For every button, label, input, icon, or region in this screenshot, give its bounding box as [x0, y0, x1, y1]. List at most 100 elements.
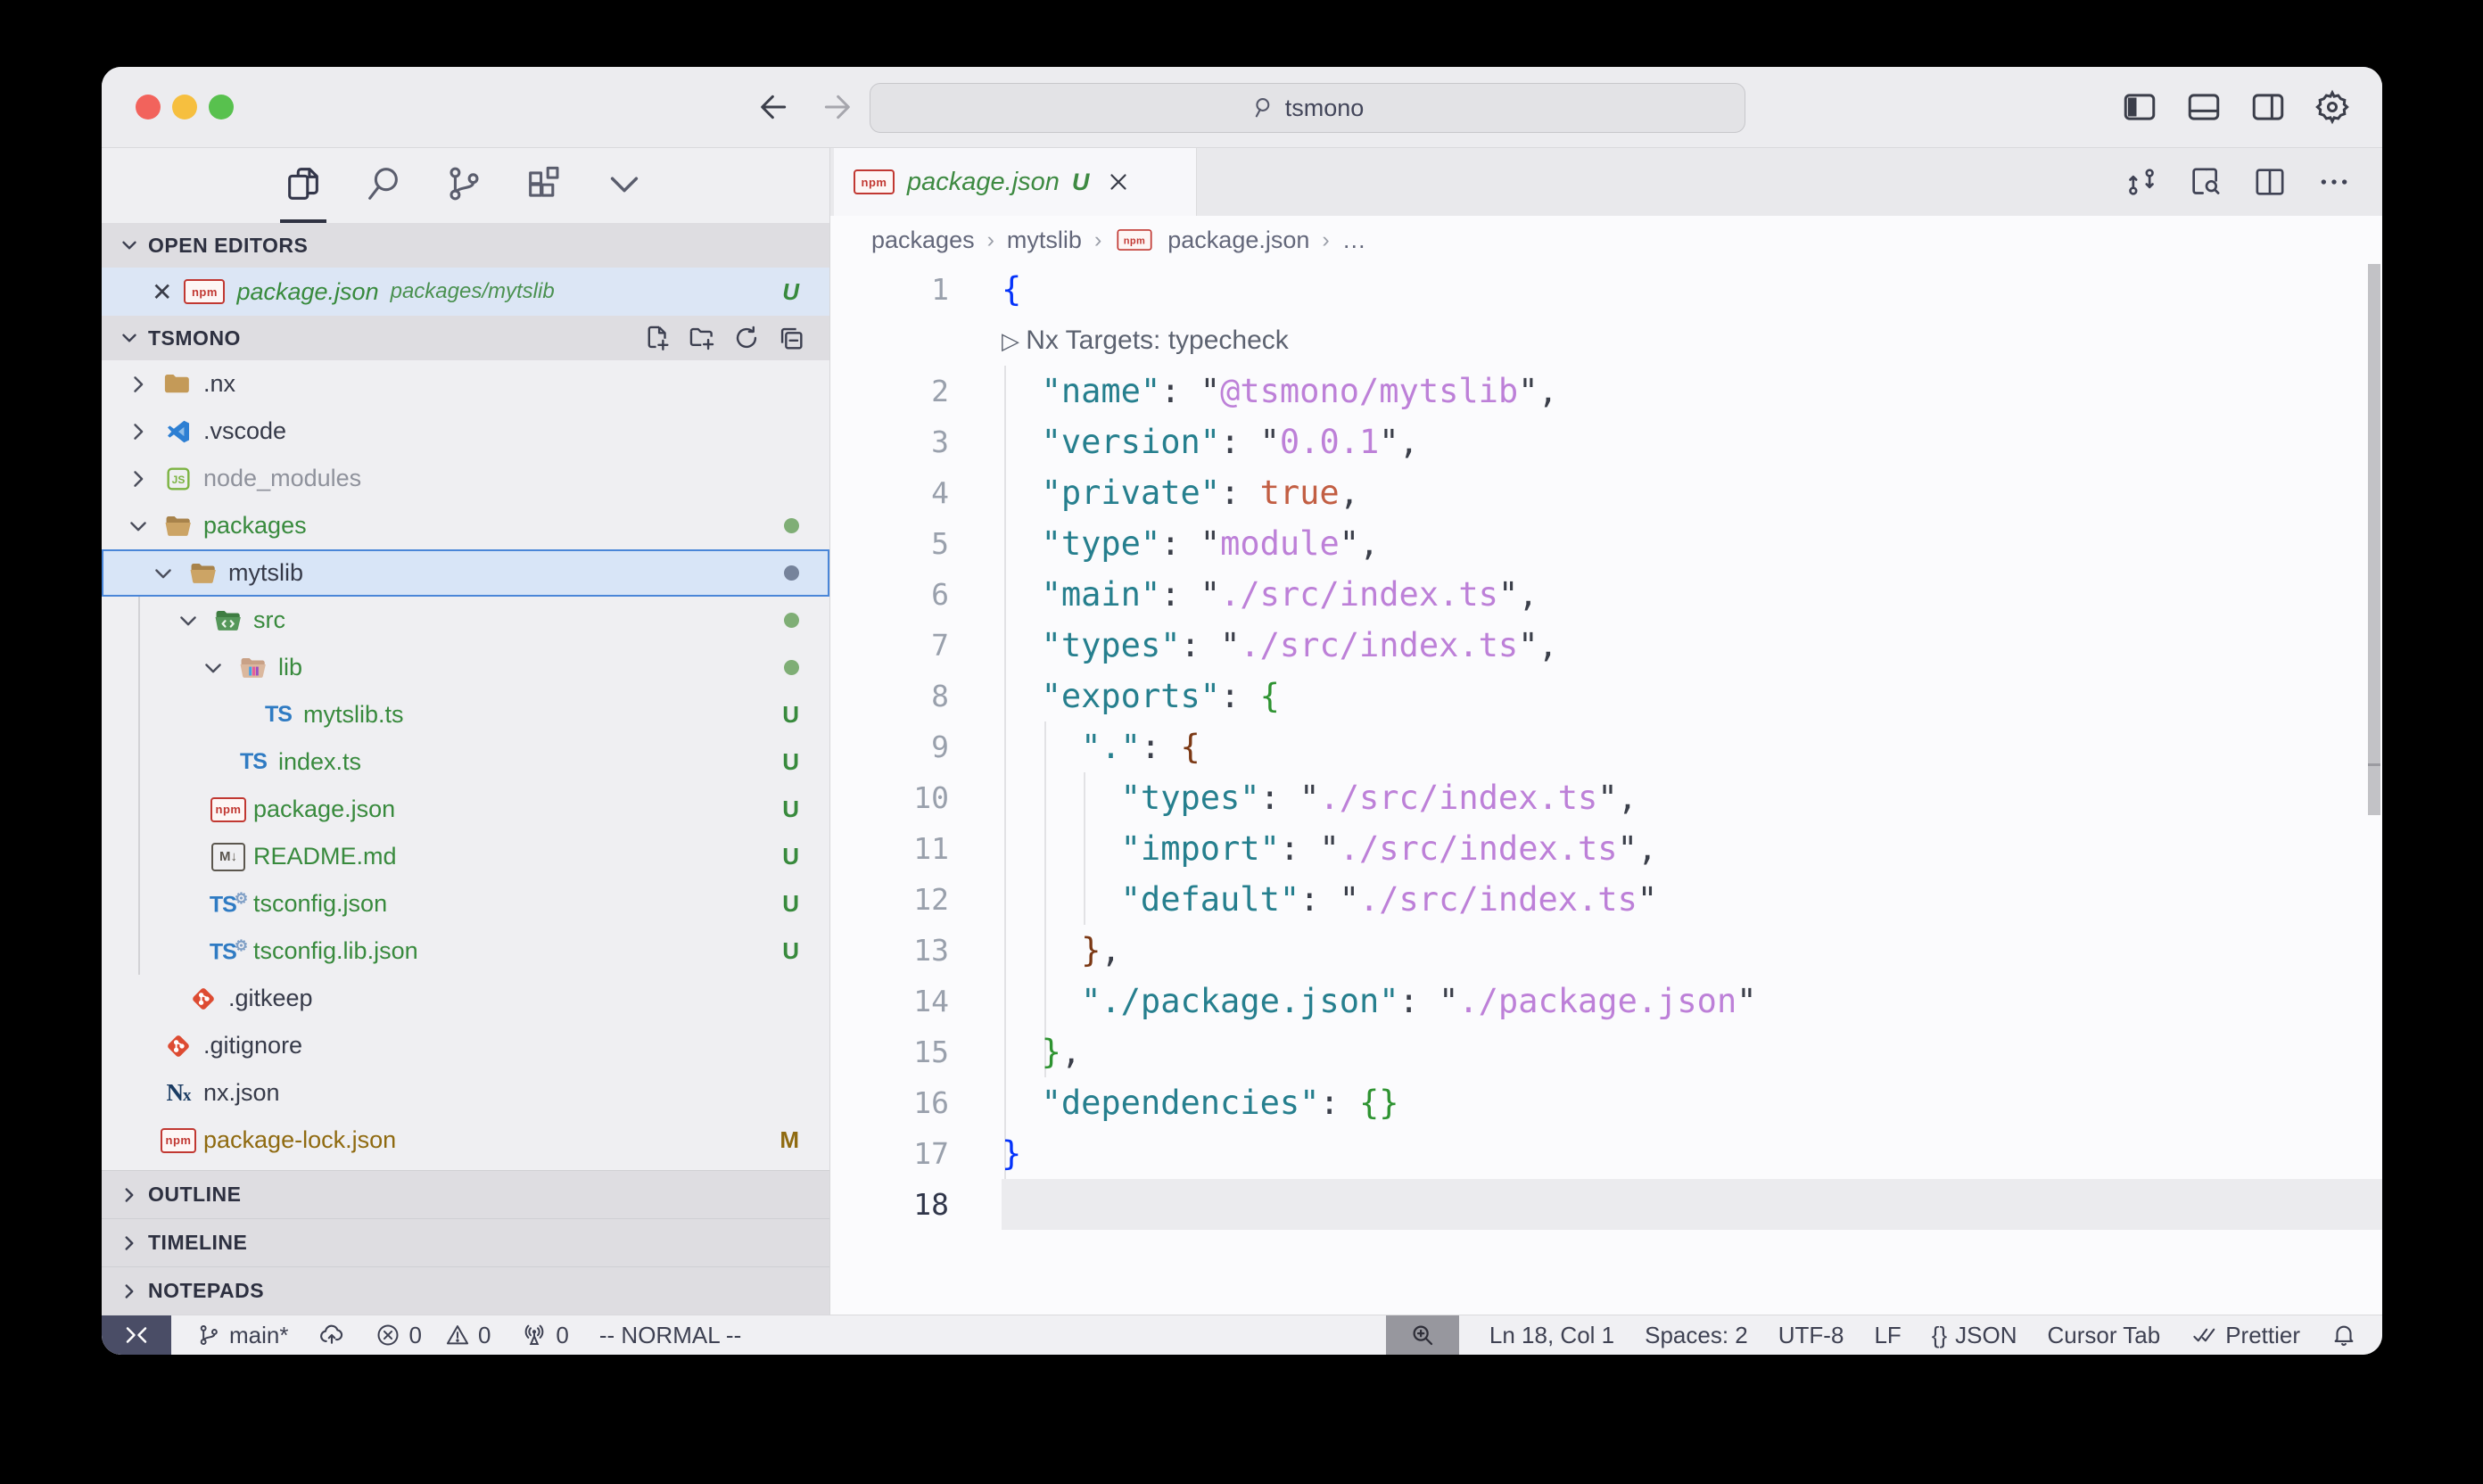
line-content: "version": "0.0.1", [1002, 423, 1419, 461]
close-window-button[interactable] [136, 95, 161, 120]
tree-item[interactable]: TS⚙ tsconfig.lib.json U [102, 928, 829, 975]
toggle-primary-sidebar-button[interactable] [2120, 87, 2159, 127]
tree-item[interactable]: npm package-lock.json M [102, 1117, 829, 1164]
folder-lib-icon [235, 653, 271, 683]
source-control-view-icon[interactable] [441, 148, 487, 223]
status-bar: main* 0 0 0 -- NORMAL -- [102, 1315, 2382, 1355]
tree-item[interactable]: TS index.ts U [102, 738, 829, 786]
magnifier-plus-icon [1409, 1322, 1436, 1348]
tree-item[interactable]: lib [102, 644, 829, 691]
branch-status[interactable]: main* [196, 1322, 288, 1349]
outline-section-header[interactable]: OUTLINE [102, 1170, 829, 1218]
tab-package-json[interactable]: npm package.json U [834, 148, 1197, 216]
settings-gear-icon[interactable] [2313, 87, 2352, 127]
titlebar: tsmono [102, 67, 2382, 148]
breadcrumb-symbol[interactable]: … [1342, 227, 1366, 254]
tree-item-label: .vscode [203, 417, 286, 445]
tree-item-label: src [253, 606, 285, 634]
tree-item[interactable]: .vscode [102, 408, 829, 455]
vim-mode-indicator[interactable]: -- NORMAL -- [599, 1322, 741, 1349]
command-center-search[interactable]: tsmono [870, 83, 1745, 133]
more-views-chevron-icon[interactable] [601, 148, 648, 223]
sync-status[interactable] [318, 1322, 345, 1348]
new-folder-icon[interactable] [687, 323, 717, 353]
line-content: "main": "./src/index.ts", [1002, 575, 1538, 614]
more-actions-icon[interactable] [2316, 164, 2352, 200]
split-editor-icon[interactable] [2252, 164, 2288, 200]
tree-item[interactable]: .nx [102, 360, 829, 408]
git-icon [186, 985, 221, 1013]
encoding-status[interactable]: UTF-8 [1778, 1322, 1844, 1349]
tree-item[interactable]: M↓ README.md U [102, 833, 829, 880]
tree-item[interactable]: .gitignore [102, 1022, 829, 1069]
notepads-section-header[interactable]: NOTEPADS [102, 1266, 829, 1315]
line-number: 3 [830, 425, 949, 459]
close-editor-icon[interactable]: ✕ [152, 277, 172, 307]
workspace-header[interactable]: TSMONO [102, 316, 829, 360]
minimize-window-button[interactable] [172, 95, 197, 120]
tree-item-label: .nx [203, 370, 235, 398]
line-content: { [1002, 270, 1021, 309]
extensions-view-icon[interactable] [521, 148, 567, 223]
breadcrumb-mytslib[interactable]: mytslib [1007, 227, 1082, 254]
tree-item[interactable]: .gitkeep [102, 975, 829, 1022]
code-editor[interactable]: 1 { ▷ Nx Targets: typecheck 2 "name": "@… [830, 264, 2382, 1315]
remote-indicator[interactable] [102, 1315, 171, 1355]
back-button[interactable] [755, 87, 794, 127]
refresh-icon[interactable] [731, 323, 762, 353]
code-line: 4 "private": true, [830, 467, 2382, 518]
line-number: 2 [830, 374, 949, 408]
cursor-position-status[interactable]: Ln 18, Col 1 [1489, 1322, 1614, 1349]
tree-twistie [173, 608, 203, 633]
tree-item[interactable]: src [102, 597, 829, 644]
zoom-indicator[interactable] [1386, 1315, 1459, 1355]
formatter-status[interactable]: Prettier [2190, 1322, 2300, 1349]
new-file-icon[interactable] [642, 323, 672, 353]
tree-item[interactable]: npm package.json U [102, 786, 829, 833]
indentation-status[interactable]: Spaces: 2 [1645, 1322, 1748, 1349]
file-tree: .nx .vscode JS node_modules [102, 360, 829, 1170]
notifications-bell[interactable] [2330, 1322, 2357, 1348]
ports-status[interactable]: 0 [521, 1322, 568, 1349]
tab-bar: npm package.json U [830, 148, 2382, 216]
open-preview-icon[interactable] [2188, 164, 2223, 200]
editor-scrollbar[interactable] [2368, 264, 2380, 815]
tab-close-icon[interactable] [1105, 169, 1132, 195]
git-status-badge [784, 518, 799, 533]
svg-text:JS: JS [172, 473, 186, 485]
breadcrumb-packages[interactable]: packages [871, 227, 975, 254]
tree-item[interactable]: TS mytslib.ts U [102, 691, 829, 738]
toggle-panel-button[interactable] [2184, 87, 2223, 127]
git-status-badge: U [782, 890, 799, 918]
open-editor-item[interactable]: ✕ npm package.json packages/mytslib U [102, 268, 829, 316]
problems-status[interactable]: 0 0 [375, 1322, 491, 1349]
zoom-window-button[interactable] [209, 95, 234, 120]
eol-status[interactable]: LF [1874, 1322, 1901, 1349]
open-editors-header[interactable]: OPEN EDITORS [102, 223, 829, 268]
cursor-tab-status[interactable]: Cursor Tab [2048, 1322, 2161, 1349]
breadcrumb-file[interactable]: package.json [1167, 227, 1309, 254]
toggle-secondary-sidebar-button[interactable] [2248, 87, 2288, 127]
tree-item-label: package-lock.json [203, 1126, 396, 1154]
open-changes-icon[interactable] [2124, 164, 2159, 200]
tree-item[interactable]: JS node_modules [102, 455, 829, 502]
tree-item[interactable]: TS⚙ tsconfig.json U [102, 880, 829, 928]
line-content: "types": "./src/index.ts", [1002, 779, 1637, 817]
tree-twistie [198, 655, 228, 680]
code-line: 10 "types": "./src/index.ts", [830, 772, 2382, 823]
forward-button[interactable] [817, 87, 856, 127]
tree-item[interactable]: packages [102, 502, 829, 549]
line-number: 16 [830, 1085, 949, 1120]
tsconfig-icon: TS⚙ [210, 937, 246, 965]
line-content: } [1002, 1134, 1021, 1173]
explorer-view-icon[interactable] [280, 148, 326, 223]
line-number: 11 [830, 831, 949, 866]
timeline-section-header[interactable]: TIMELINE [102, 1218, 829, 1266]
search-view-icon[interactable] [360, 148, 407, 223]
codelens-row[interactable]: ▷ Nx Targets: typecheck [830, 315, 2382, 366]
tree-item[interactable]: Nx nx.json [102, 1069, 829, 1117]
language-mode-status[interactable]: {} JSON [1932, 1322, 2017, 1349]
open-editors-title: OPEN EDITORS [148, 234, 308, 258]
collapse-folders-icon[interactable] [776, 323, 806, 353]
tree-item[interactable]: mytslib [102, 549, 829, 597]
